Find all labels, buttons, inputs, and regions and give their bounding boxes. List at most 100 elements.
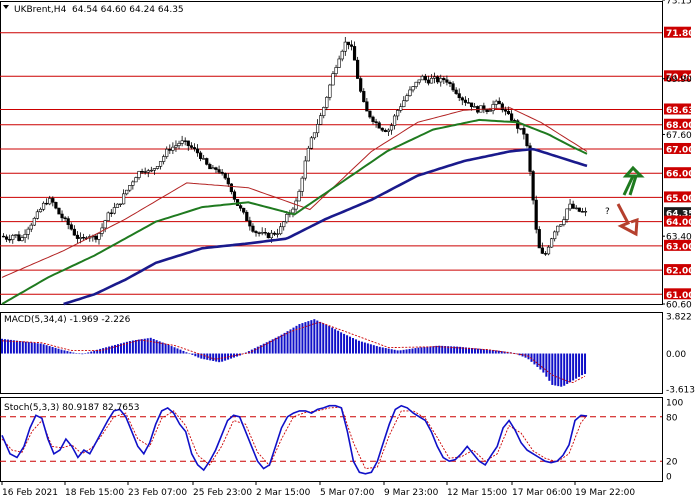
candle-body — [426, 79, 431, 84]
candle-body — [128, 185, 132, 191]
candle-body — [226, 177, 230, 185]
macd-bar — [349, 336, 352, 354]
candle-body — [297, 191, 301, 202]
candle-body — [143, 171, 147, 173]
macd-y-tick-label: -3.613 — [666, 386, 695, 396]
macd-bar — [357, 340, 360, 354]
macd-bar — [274, 337, 277, 354]
candle-body — [531, 171, 535, 201]
candle-body — [217, 169, 221, 173]
candle-body — [122, 193, 126, 205]
candle-body — [54, 202, 58, 209]
candle-body — [417, 79, 421, 83]
macd-bar — [24, 341, 27, 354]
macd-bar — [277, 336, 280, 354]
candle-body — [322, 107, 326, 116]
candle-body — [57, 207, 61, 215]
level-label: 64.00 — [666, 218, 694, 228]
macd-bar — [346, 335, 349, 354]
macd-bar — [9, 339, 12, 354]
macd-bar — [176, 348, 179, 354]
panel-frame-1 — [0, 1, 663, 305]
candle-body — [155, 166, 160, 169]
candle-body — [439, 78, 443, 83]
macd-bar — [423, 347, 426, 354]
candle-body — [26, 228, 30, 235]
macd-bar — [307, 321, 310, 354]
macd-bar — [560, 353, 563, 387]
macd-bar — [57, 348, 60, 354]
price-chart: ? 73.1571.8070.0069.9068.6368.0067.6067.… — [0, 0, 695, 498]
candle-body — [436, 76, 440, 83]
candle-body — [45, 202, 49, 205]
candle-body — [331, 73, 335, 86]
macd-bar — [402, 349, 405, 354]
candle-body — [562, 219, 566, 225]
macd-bar — [111, 345, 114, 354]
macd-bar — [6, 339, 9, 354]
candle-body — [125, 189, 129, 195]
macd-bar — [575, 353, 578, 379]
macd-bar — [161, 342, 164, 354]
macd-bar — [203, 353, 206, 360]
candle-body — [473, 106, 477, 108]
macd-bar — [372, 345, 375, 354]
macd-bar — [405, 349, 408, 354]
macd-bar — [30, 342, 33, 354]
support-resistance-levels — [0, 32, 662, 295]
candle-body — [580, 211, 584, 213]
candle-body — [497, 100, 501, 105]
macd-bar — [194, 353, 197, 357]
y-tick-label: 60.60 — [666, 301, 692, 311]
macd-bar — [354, 339, 357, 354]
x-tick-label: 5 Mar 07:00 — [320, 488, 375, 498]
candle-body — [340, 50, 344, 60]
x-tick-label: 23 Feb 07:00 — [128, 488, 187, 498]
stochastic-panel — [0, 404, 662, 475]
candle-body — [509, 113, 514, 121]
candle-body — [272, 232, 277, 235]
candle-body — [549, 238, 554, 248]
macd-bar — [334, 329, 337, 354]
macd-bar — [283, 332, 286, 354]
candle-body — [131, 181, 135, 186]
macd-bar — [93, 350, 96, 354]
macd-bar — [191, 353, 194, 355]
macd-bar — [331, 327, 334, 354]
candle-body — [402, 100, 406, 107]
candle-body — [32, 218, 36, 226]
macd-bar — [63, 350, 66, 354]
macd-bar — [15, 340, 18, 354]
candle-body — [488, 110, 492, 112]
x-tick-label: 17 Mar 06:00 — [512, 488, 572, 498]
macd-bar — [319, 321, 322, 354]
candle-body — [137, 171, 141, 178]
candle-body — [463, 99, 467, 103]
macd-bar — [337, 330, 340, 354]
macd-bar — [48, 346, 51, 354]
candle-body — [158, 161, 163, 167]
candle-body — [63, 217, 67, 219]
candle-body — [94, 235, 98, 240]
candle-body — [503, 109, 508, 112]
candle-body — [553, 231, 557, 240]
macd-bar — [557, 353, 560, 387]
macd-bar — [114, 344, 117, 354]
macd-bar — [417, 347, 420, 354]
macd-bar — [328, 326, 331, 354]
macd-bar — [33, 342, 36, 354]
candle-body — [377, 122, 381, 129]
macd-bar — [485, 349, 488, 354]
candle-body — [208, 164, 212, 170]
candle-body — [78, 237, 83, 239]
macd-bar — [542, 353, 545, 373]
candle-body — [565, 208, 569, 220]
macd-bar — [426, 346, 429, 354]
macd-bar — [72, 352, 75, 354]
level-label: 68.00 — [666, 121, 694, 131]
candle-body — [374, 121, 378, 124]
macd-bar — [137, 339, 140, 354]
y-tick-label: 67.60 — [666, 131, 692, 141]
level-label: 66.00 — [666, 170, 694, 180]
candle-body — [500, 103, 504, 111]
